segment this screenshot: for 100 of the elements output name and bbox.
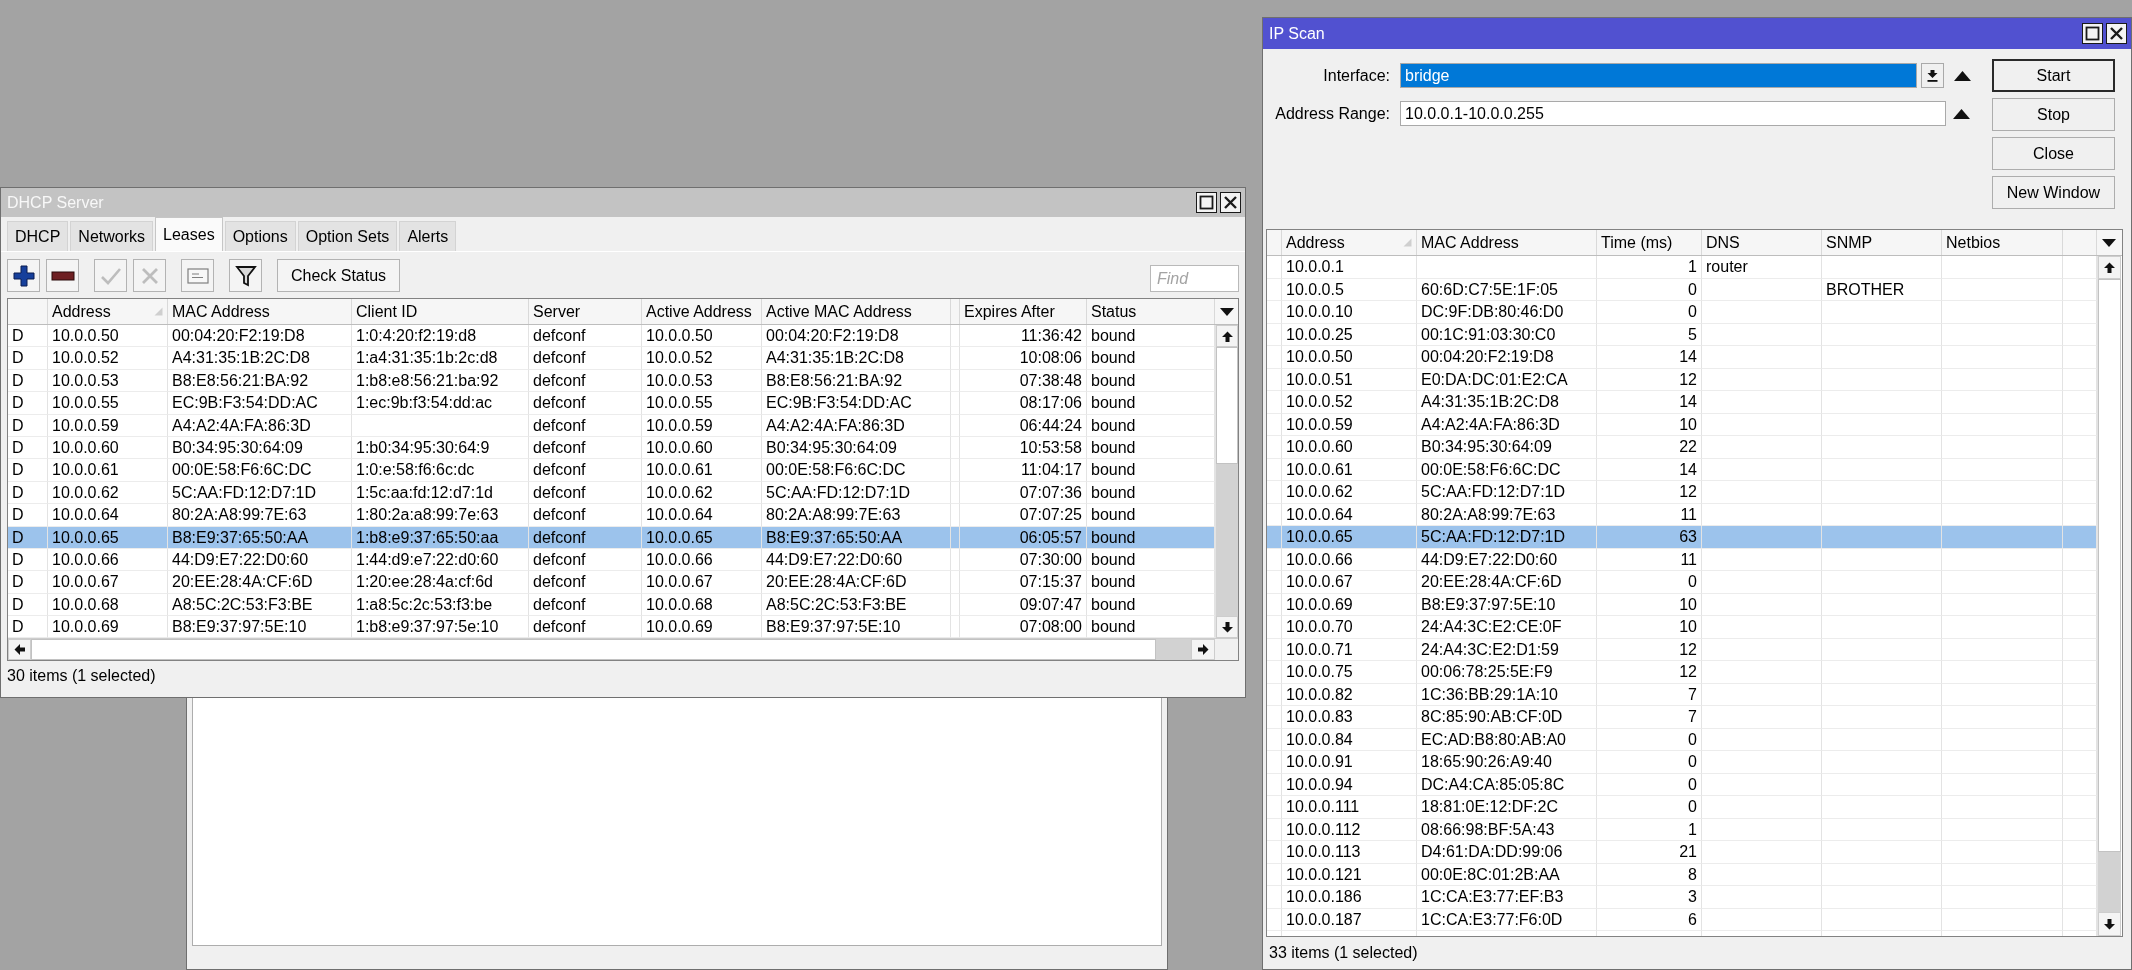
tab[interactable]: Leases <box>155 217 223 251</box>
dropdown-button[interactable] <box>1921 63 1944 88</box>
table-row[interactable]: D 10.0.0.67 20:EE:28:4A:CF:6D 1:20:ee:28:4a:cf:6d defconf 10.0.0.67 20:EE:28:4A:CF:6D 07:15:37 bound <box>8 571 1215 594</box>
column-header[interactable]: Address <box>48 299 168 324</box>
table-row[interactable]: D 10.0.0.69 B8:E9:37:97:5E:10 1:b8:e9:37:97:5e:10 defconf 10.0.0.69 B8:E9:37:97:5E:10 07:08:00 bound <box>8 616 1215 639</box>
scroll-thumb[interactable] <box>2098 279 2121 852</box>
table-row[interactable]: 10.0.0.59 A4:A2:4A:FA:86:3D 10 <box>1267 413 2097 436</box>
check-status-button[interactable]: Check Status <box>277 259 400 292</box>
remove-button[interactable] <box>46 259 79 292</box>
table-row[interactable]: 10.0.0.61 00:0E:58:F6:6C:DC 14 <box>1267 458 2097 481</box>
table-row[interactable]: 10.0.0.70 24:A4:3C:E2:CE:0F 10 <box>1267 616 2097 639</box>
table-row[interactable]: 10.0.0.83 8C:85:90:AB:CF:0D 7 <box>1267 706 2097 729</box>
column-header[interactable]: Status <box>1087 299 1215 324</box>
table-row[interactable]: D 10.0.0.50 00:04:20:F2:19:D8 1:0:4:20:f2:19:d8 defconf 10.0.0.50 00:04:20:F2:19:D8 11:36:42 bound <box>8 325 1215 348</box>
table-row[interactable]: 10.0.0.50 00:04:20:F2:19:D8 14 <box>1267 346 2097 369</box>
table-row[interactable]: D 10.0.0.64 80:2A:A8:99:7E:63 1:80:2a:a8:99:7e:63 defconf 10.0.0.64 80:2A:A8:99:7E:63 07:07:25 bound <box>8 504 1215 527</box>
column-header[interactable]: Active MAC Address <box>762 299 951 324</box>
interface-field[interactable]: bridge <box>1400 63 1917 88</box>
table-row[interactable]: 10.0.0.82 1C:36:BB:29:1A:10 7 <box>1267 683 2097 706</box>
scroll-thumb[interactable] <box>31 639 1156 661</box>
table-row[interactable]: D 10.0.0.55 EC:9B:F3:54:DD:AC 1:ec:9b:f3:54:dd:ac defconf 10.0.0.55 EC:9B:F3:54:DD:AC 08:17:06 bound <box>8 392 1215 415</box>
down-triangle-icon[interactable] <box>2102 238 2116 247</box>
table-row[interactable]: 10.0.0.1 1 router <box>1267 256 2097 279</box>
scroll-thumb[interactable] <box>1216 347 1238 464</box>
table-row[interactable]: D 10.0.0.66 44:D9:E7:22:D0:60 1:44:d9:e7:22:d0:60 defconf 10.0.0.66 44:D9:E7:22:D0:60 07:30:00 bound <box>8 548 1215 572</box>
tab[interactable]: DHCP <box>7 221 69 251</box>
close-icon[interactable] <box>2106 23 2127 44</box>
table-cell: B8:E8:56:21:BA:92 <box>762 369 951 393</box>
scroll-down-button[interactable] <box>2098 912 2121 936</box>
dialog-button[interactable]: Start <box>1992 59 2115 92</box>
down-triangle-icon[interactable] <box>1219 307 1234 316</box>
column-header[interactable]: Server <box>529 299 642 324</box>
table-row[interactable]: 10.0.0.112 08:66:98:BF:5A:43 1 <box>1267 818 2097 841</box>
dialog-button[interactable]: Close <box>1992 137 2115 170</box>
table-row[interactable]: 10.0.0.62 5C:AA:FD:12:D7:1D 12 <box>1267 481 2097 504</box>
scroll-down-button[interactable] <box>1216 616 1238 639</box>
table-cell: 10.0.0.186 <box>1282 886 1417 909</box>
scroll-right-button[interactable] <box>1191 639 1215 661</box>
table-row[interactable]: 10.0.0.69 B8:E9:37:97:5E:10 10 <box>1267 593 2097 616</box>
table-row[interactable]: D 10.0.0.52 A4:31:35:1B:2C:D8 1:a4:31:35:1b:2c:d8 defconf 10.0.0.52 A4:31:35:1B:2C:D8 10:08:06 bound <box>8 347 1215 370</box>
up-triangle-icon[interactable] <box>1953 108 1970 119</box>
table-row[interactable]: 10.0.0.66 44:D9:E7:22:D0:60 11 <box>1267 548 2097 571</box>
column-header[interactable]: Netbios <box>1942 230 2063 255</box>
table-row[interactable]: D 10.0.0.62 5C:AA:FD:12:D7:1D 1:5c:aa:fd:12:d7:1d defconf 10.0.0.62 5C:AA:FD:12:D7:1D 07:07:36 bound <box>8 481 1215 505</box>
table-row[interactable]: 10.0.0.71 24:A4:3C:E2:D1:59 12 <box>1267 638 2097 661</box>
address-range-field[interactable]: 10.0.0.1-10.0.0.255 <box>1400 101 1946 126</box>
table-row[interactable]: D 10.0.0.68 A8:5C:2C:53:F3:BE 1:a8:5c:2c:53:f3:be defconf 10.0.0.68 A8:5C:2C:53:F3:BE 09:07:47 bound <box>8 593 1215 617</box>
table-row[interactable]: 10.0.0.52 A4:31:35:1B:2C:D8 14 <box>1267 391 2097 414</box>
table-cell: 24:A4:3C:E2:D1:59 <box>1417 638 1597 661</box>
table-row[interactable]: 10.0.0.187 1C:CA:E3:77:F6:0D 6 <box>1267 908 2097 931</box>
find-field[interactable]: Find <box>1150 265 1239 292</box>
scroll-up-button[interactable] <box>1216 325 1238 347</box>
maximize-icon[interactable] <box>2082 23 2103 44</box>
table-row[interactable]: 10.0.0.5 60:6D:C7:5E:1F:05 0 BROTHER <box>1267 278 2097 301</box>
table-row[interactable]: 10.0.0.65 5C:AA:FD:12:D7:1D 63 <box>1267 526 2097 549</box>
column-header[interactable]: MAC Address <box>1417 230 1597 255</box>
table-cell: 10.0.0.94 <box>1282 773 1417 796</box>
scroll-left-button[interactable] <box>8 639 31 661</box>
up-triangle-icon[interactable] <box>1954 70 1971 81</box>
column-header[interactable]: DNS <box>1702 230 1822 255</box>
dialog-button[interactable]: Stop <box>1992 98 2115 131</box>
table-cell: 0 <box>1597 301 1702 324</box>
table-row[interactable]: D 10.0.0.60 B0:34:95:30:64:09 1:b0:34:95:30:64:9 defconf 10.0.0.60 B0:34:95:30:64:09 10:53:58 bound <box>8 436 1215 460</box>
scroll-up-button[interactable] <box>2098 256 2121 279</box>
tab[interactable]: Options <box>224 221 296 251</box>
column-header[interactable]: Client ID <box>352 299 529 324</box>
column-header[interactable]: SNMP <box>1822 230 1942 255</box>
table-cell: 00:0E:58:F6:6C:DC <box>1417 458 1597 481</box>
table-row[interactable]: 10.0.0.186 1C:CA:E3:77:EF:B3 3 <box>1267 886 2097 909</box>
dialog-button[interactable]: New Window <box>1992 176 2115 209</box>
tab[interactable]: Networks <box>70 221 154 251</box>
table-row[interactable]: 10.0.0.60 B0:34:95:30:64:09 22 <box>1267 436 2097 459</box>
maximize-icon[interactable] <box>1196 192 1217 213</box>
table-row[interactable]: 10.0.0.75 00:06:78:25:5E:F9 12 <box>1267 661 2097 684</box>
column-header[interactable]: Address <box>1282 230 1417 255</box>
table-cell: 20:EE:28:4A:CF:6D <box>762 571 951 594</box>
table-row[interactable]: 10.0.0.91 18:65:90:26:A9:40 0 <box>1267 751 2097 774</box>
column-header[interactable]: Time (ms) <box>1597 230 1702 255</box>
table-row[interactable]: 10.0.0.84 EC:AD:B8:80:AB:A0 0 <box>1267 728 2097 751</box>
table-cell: 10.0.0.66 <box>48 548 168 572</box>
table-row[interactable]: D 10.0.0.61 00:0E:58:F6:6C:DC 1:0:e:58:f6:6c:dc defconf 10.0.0.61 00:0E:58:F6:6C:DC 11:04:17 bound <box>8 459 1215 482</box>
table-row[interactable]: 10.0.0.121 00:0E:8C:01:2B:AA 8 <box>1267 863 2097 886</box>
tab[interactable]: Alerts <box>399 221 457 251</box>
table-row[interactable]: 10.0.0.51 E0:DA:DC:01:E2:CA 12 <box>1267 368 2097 391</box>
table-row[interactable]: D 10.0.0.53 B8:E8:56:21:BA:92 1:b8:e8:56:21:ba:92 defconf 10.0.0.53 B8:E8:56:21:BA:92 07:38:48 bound <box>8 369 1215 393</box>
table-row[interactable]: D 10.0.0.65 B8:E9:37:65:50:AA 1:b8:e9:37:65:50:aa defconf 10.0.0.65 B8:E9:37:65:50:AA 06:05:57 bound <box>8 526 1215 549</box>
column-header[interactable]: MAC Address <box>168 299 352 324</box>
table-row[interactable]: 10.0.0.94 DC:A4:CA:85:05:8C 0 <box>1267 773 2097 796</box>
close-icon[interactable] <box>1220 192 1241 213</box>
table-row[interactable]: D 10.0.0.59 A4:A2:4A:FA:86:3D defconf 10.0.0.59 A4:A2:4A:FA:86:3D 06:44:24 bound <box>8 414 1215 437</box>
tab[interactable]: Option Sets <box>297 221 398 251</box>
column-header[interactable]: Expires After <box>960 299 1087 324</box>
table-row[interactable]: 10.0.0.111 18:81:0E:12:DF:2C 0 <box>1267 796 2097 819</box>
table-row[interactable]: 10.0.0.10 DC:9F:DB:80:46:D0 0 <box>1267 301 2097 324</box>
filter-button[interactable] <box>229 259 262 292</box>
table-row[interactable]: 10.0.0.25 00:1C:91:03:30:C0 5 <box>1267 323 2097 346</box>
table-row[interactable]: 10.0.0.67 20:EE:28:4A:CF:6D 0 <box>1267 571 2097 594</box>
column-header[interactable]: Active Address <box>642 299 762 324</box>
add-button[interactable] <box>7 259 40 292</box>
table-row[interactable]: 10.0.0.113 D4:61:DA:DD:99:06 21 <box>1267 841 2097 864</box>
